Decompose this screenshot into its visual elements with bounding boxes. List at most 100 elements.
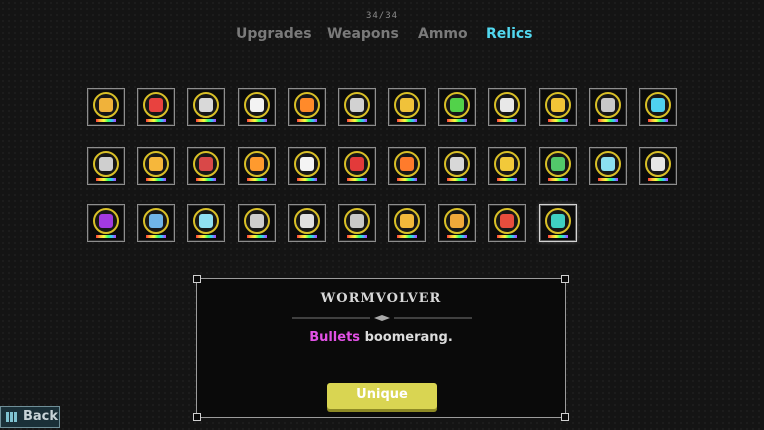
relic-slot[interactable] [187, 88, 225, 126]
relic-slot[interactable] [338, 204, 376, 242]
category-tabs: Upgrades Weapons Ammo Relics [0, 26, 764, 46]
rarity-stripe [146, 235, 166, 238]
back-label: Back [23, 409, 59, 424]
rarity-stripe [297, 178, 317, 181]
relic-icon [394, 208, 420, 234]
rarity-stripe [447, 178, 467, 181]
relic-glyph [250, 214, 264, 228]
relic-glyph [99, 157, 113, 171]
rarity-stripe [598, 178, 618, 181]
relic-icon [494, 92, 520, 118]
relic-icon [93, 208, 119, 234]
relic-slot[interactable] [589, 88, 627, 126]
relic-icon [244, 208, 270, 234]
rarity-stripe [598, 119, 618, 122]
relic-slot[interactable] [589, 147, 627, 185]
rarity-stripe [447, 119, 467, 122]
tab-weapons[interactable]: Weapons [327, 26, 399, 42]
relic-glyph [400, 157, 414, 171]
relic-icon [545, 92, 571, 118]
relic-glyph [99, 214, 113, 228]
rarity-stripe [247, 178, 267, 181]
rarity-stripe [447, 235, 467, 238]
relic-slot[interactable] [438, 204, 476, 242]
relic-glyph [500, 157, 514, 171]
relic-detail-panel: WORMVOLVER Bullets boomerang. Unique [193, 275, 569, 421]
relic-slot[interactable] [137, 147, 175, 185]
relic-slot[interactable] [288, 88, 326, 126]
relic-slot[interactable] [539, 204, 577, 242]
rarity-stripe [196, 119, 216, 122]
back-button[interactable]: Back [0, 406, 60, 428]
relic-glyph [450, 157, 464, 171]
relic-slot[interactable] [238, 88, 276, 126]
relic-slot[interactable] [639, 88, 677, 126]
rarity-stripe [247, 119, 267, 122]
relic-slot[interactable] [288, 147, 326, 185]
relic-slot[interactable] [488, 88, 526, 126]
rarity-stripe [548, 235, 568, 238]
relic-glyph [199, 214, 213, 228]
relic-icon [143, 92, 169, 118]
relic-glyph [551, 98, 565, 112]
relic-slot[interactable] [288, 204, 326, 242]
relic-slot[interactable] [338, 88, 376, 126]
relic-slot[interactable] [238, 204, 276, 242]
relic-icon [294, 151, 320, 177]
relic-slot[interactable] [187, 204, 225, 242]
relic-slot[interactable] [539, 88, 577, 126]
tab-relics[interactable]: Relics [486, 26, 533, 42]
relic-glyph [250, 157, 264, 171]
relic-slot[interactable] [388, 88, 426, 126]
relic-slot[interactable] [488, 147, 526, 185]
relic-slot[interactable] [187, 147, 225, 185]
relic-name: WORMVOLVER [320, 291, 442, 306]
rarity-badge: Unique [327, 383, 437, 409]
relic-glyph [250, 98, 264, 112]
relic-slot[interactable] [238, 147, 276, 185]
relic-icon [143, 151, 169, 177]
rarity-stripe [196, 178, 216, 181]
relic-glyph [601, 98, 615, 112]
relic-slot[interactable] [388, 147, 426, 185]
relic-glyph [400, 98, 414, 112]
rarity-stripe [347, 178, 367, 181]
rarity-stripe [247, 235, 267, 238]
relic-glyph [300, 157, 314, 171]
rarity-stripe [297, 119, 317, 122]
relic-slot[interactable] [87, 147, 125, 185]
panel-corner [561, 275, 569, 283]
relic-glyph [551, 157, 565, 171]
relic-icon [545, 151, 571, 177]
relic-icon [93, 151, 119, 177]
relic-slot[interactable] [539, 147, 577, 185]
relic-glyph [651, 157, 665, 171]
relic-icon [494, 151, 520, 177]
relic-slot[interactable] [388, 204, 426, 242]
relic-slot[interactable] [137, 204, 175, 242]
relic-glyph [149, 214, 163, 228]
relic-slot[interactable] [137, 88, 175, 126]
relic-count: 34/34 [365, 11, 399, 21]
relic-icon [645, 92, 671, 118]
relic-glyph [450, 214, 464, 228]
relic-slot[interactable] [438, 147, 476, 185]
relic-slot[interactable] [639, 147, 677, 185]
relic-icon [645, 151, 671, 177]
back-key-icon [6, 412, 17, 422]
tab-ammo[interactable]: Ammo [418, 26, 468, 42]
relic-icon [344, 151, 370, 177]
relic-icon [444, 92, 470, 118]
relic-slot[interactable] [87, 88, 125, 126]
relic-slot[interactable] [338, 147, 376, 185]
relic-description: Bullets boomerang. [197, 330, 565, 345]
rarity-stripe [397, 178, 417, 181]
relic-glyph [651, 98, 665, 112]
relic-icon [244, 151, 270, 177]
relic-glyph [500, 98, 514, 112]
description-text: boomerang. [360, 330, 453, 345]
relic-slot[interactable] [488, 204, 526, 242]
tab-upgrades[interactable]: Upgrades [236, 26, 312, 42]
relic-slot[interactable] [438, 88, 476, 126]
relic-slot[interactable] [87, 204, 125, 242]
